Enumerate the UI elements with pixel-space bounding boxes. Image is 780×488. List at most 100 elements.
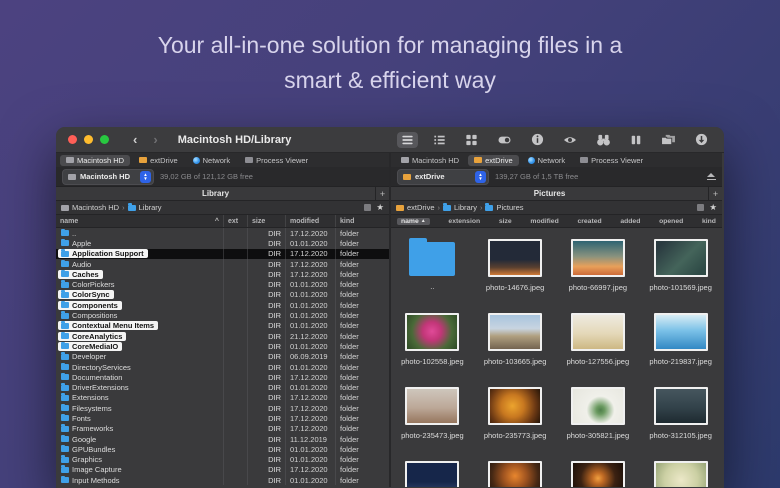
grid-item[interactable]: photo-66997.jpeg	[557, 232, 640, 306]
table-row[interactable]: ExtensionsDIR17.12.2020folder	[56, 393, 389, 403]
column-header-modified[interactable]: modified	[285, 215, 335, 227]
table-row[interactable]: FilesystemsDIR17.12.2020folder	[56, 403, 389, 413]
table-row[interactable]: DriverExtensionsDIR01.01.2020folder	[56, 382, 389, 392]
grid-item-parent-folder[interactable]: ..	[391, 232, 474, 306]
device-tab-macintosh-hd[interactable]: Macintosh HD	[60, 155, 130, 166]
column-header-extension[interactable]: extension	[448, 218, 480, 225]
table-row[interactable]: DocumentationDIR17.12.2020folder	[56, 372, 389, 382]
zoom-button[interactable]	[100, 135, 109, 144]
table-row[interactable]: GPUBundlesDIR01.01.2020folder	[56, 444, 389, 454]
panel-box-icon[interactable]	[697, 204, 704, 211]
folders-button[interactable]	[657, 132, 680, 148]
table-row[interactable]: Contextual Menu ItemsDIR01.01.2020folder	[56, 321, 389, 331]
table-row[interactable]: Application SupportDIR17.12.2020folder	[56, 249, 389, 259]
preview-eye-button[interactable]	[559, 132, 581, 148]
column-header-size[interactable]: size	[499, 218, 512, 225]
breadcrumb-item-extdrive[interactable]: extDrive	[396, 203, 435, 212]
column-header-size[interactable]: size	[247, 215, 285, 227]
view-grid-button[interactable]	[461, 132, 482, 148]
grid-item[interactable]: photo-219837.jpeg	[639, 306, 722, 380]
grid-item[interactable]	[639, 454, 722, 487]
left-drive-row: Macintosh HD ▲▼ 39,02 GB of 121,12 GB fr…	[56, 167, 389, 187]
table-row[interactable]: ColorPickersDIR01.01.2020folder	[56, 279, 389, 289]
favorites-star-icon[interactable]: ★	[376, 203, 384, 212]
column-header-name[interactable]: name^	[56, 215, 223, 227]
grid-item[interactable]: photo-305821.jpeg	[557, 380, 640, 454]
panel-box-icon[interactable]	[364, 204, 371, 211]
photo-thumbnail	[571, 387, 625, 425]
grid-item[interactable]: photo-103665.jpeg	[474, 306, 557, 380]
table-row[interactable]: FontsDIR17.12.2020folder	[56, 413, 389, 423]
table-row[interactable]: ColorSyncDIR01.01.2020folder	[56, 290, 389, 300]
grid-item[interactable]: photo-127556.jpeg	[557, 306, 640, 380]
table-row[interactable]: AudioDIR17.12.2020folder	[56, 259, 389, 269]
column-header-created[interactable]: created	[577, 218, 601, 225]
file-ext-cell	[223, 434, 247, 444]
breadcrumb-item-library[interactable]: Library	[443, 203, 477, 212]
left-drive-selector[interactable]: Macintosh HD ▲▼	[62, 169, 154, 185]
view-detail-button[interactable]	[429, 132, 450, 148]
grid-item[interactable]: photo-312105.jpeg	[639, 380, 722, 454]
grid-item[interactable]	[391, 454, 474, 487]
device-tab-macintosh-hd[interactable]: Macintosh HD	[395, 155, 465, 166]
minimize-button[interactable]	[84, 135, 93, 144]
grid-item[interactable]: photo-235473.jpeg	[391, 380, 474, 454]
grid-item[interactable]: photo-14676.jpeg	[474, 232, 557, 306]
device-tab-network[interactable]: Network	[187, 155, 237, 166]
table-row[interactable]: Input MethodsDIR01.01.2020folder	[56, 475, 389, 485]
right-add-tab-button[interactable]: +	[708, 187, 722, 200]
dual-pane-button[interactable]	[626, 132, 646, 148]
column-header-kind[interactable]: kind	[335, 215, 389, 227]
device-tab-extdrive[interactable]: extDrive	[133, 155, 184, 166]
grid-item[interactable]	[557, 454, 640, 487]
left-add-tab-button[interactable]: +	[375, 187, 389, 200]
table-row[interactable]: GraphicsDIR01.01.2020folder	[56, 455, 389, 465]
toggle-switch-button[interactable]	[493, 132, 516, 148]
table-row[interactable]: CachesDIR17.12.2020folder	[56, 269, 389, 279]
left-folder-tab[interactable]: Library	[56, 189, 375, 198]
device-tab-process-viewer[interactable]: Process Viewer	[239, 155, 314, 166]
column-header-opened[interactable]: opened	[659, 218, 683, 225]
breadcrumb-item-library[interactable]: Library	[128, 203, 162, 212]
view-list-button[interactable]	[397, 132, 418, 148]
grid-item[interactable]	[474, 454, 557, 487]
column-header-name[interactable]: name▲	[397, 218, 430, 225]
grid-item[interactable]: photo-235773.jpeg	[474, 380, 557, 454]
info-button[interactable]	[527, 131, 548, 148]
drive-stepper-icon[interactable]: ▲▼	[140, 171, 151, 183]
column-header-kind[interactable]: kind	[702, 218, 716, 225]
table-row[interactable]: AppleDIR01.01.2020folder	[56, 238, 389, 248]
table-row[interactable]: CompositionsDIR01.01.2020folder	[56, 310, 389, 320]
table-row[interactable]: CoreMediaIODIR01.01.2020folder	[56, 341, 389, 351]
table-row[interactable]: CoreAnalyticsDIR21.12.2020folder	[56, 331, 389, 341]
column-header-ext[interactable]: ext	[223, 215, 247, 227]
device-tab-process-viewer[interactable]: Process Viewer	[574, 155, 649, 166]
right-folder-tab[interactable]: Pictures	[391, 189, 708, 198]
breadcrumb-item-macintosh-hd[interactable]: Macintosh HD	[61, 203, 119, 212]
download-button[interactable]	[691, 131, 712, 148]
right-drive-selector[interactable]: extDrive ▲▼	[397, 169, 489, 185]
table-row[interactable]: GoogleDIR11.12.2019folder	[56, 434, 389, 444]
drive-stepper-icon[interactable]: ▲▼	[475, 171, 486, 183]
external-drive-icon	[396, 205, 404, 211]
favorites-star-icon[interactable]: ★	[709, 203, 717, 212]
forward-button[interactable]: ›	[145, 133, 165, 146]
device-tab-extdrive[interactable]: extDrive	[468, 155, 519, 166]
grid-item[interactable]: photo-101569.jpeg	[639, 232, 722, 306]
table-row[interactable]: ..DIR17.12.2020folder	[56, 228, 389, 238]
column-header-added[interactable]: added	[620, 218, 640, 225]
search-binoculars-button[interactable]	[592, 132, 615, 148]
eject-icon[interactable]	[707, 173, 716, 181]
close-button[interactable]	[68, 135, 77, 144]
table-row[interactable]: ComponentsDIR01.01.2020folder	[56, 300, 389, 310]
table-row[interactable]: DirectoryServicesDIR01.01.2020folder	[56, 362, 389, 372]
device-tab-network[interactable]: Network	[522, 155, 572, 166]
breadcrumb-item-pictures[interactable]: Pictures	[485, 203, 523, 212]
grid-item[interactable]: photo-102558.jpeg	[391, 306, 474, 380]
table-row[interactable]: DeveloperDIR06.09.2019folder	[56, 352, 389, 362]
table-row[interactable]: FrameworksDIR17.12.2020folder	[56, 424, 389, 434]
file-name-label: Input Methods	[72, 476, 120, 485]
back-button[interactable]: ‹	[125, 133, 145, 146]
column-header-modified[interactable]: modified	[530, 218, 558, 225]
table-row[interactable]: Image CaptureDIR17.12.2020folder	[56, 465, 389, 475]
